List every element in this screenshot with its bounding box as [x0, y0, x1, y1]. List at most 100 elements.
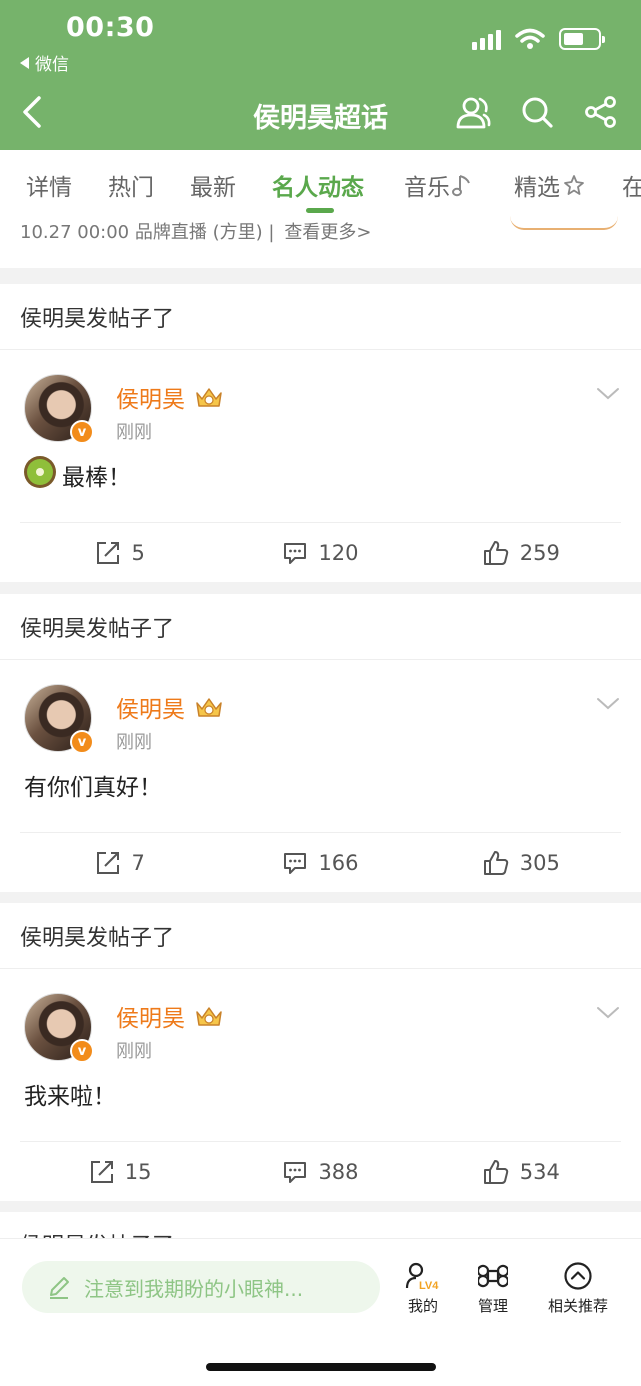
repost-count: 5	[131, 540, 145, 565]
tab-celebrity-updates[interactable]: 名人动态	[272, 168, 364, 202]
active-tab-indicator	[306, 208, 334, 213]
like-button[interactable]: 259	[421, 539, 621, 567]
mine-button[interactable]: LV4 我的	[404, 1261, 442, 1316]
post-time: 刚刚	[116, 732, 152, 753]
like-button[interactable]: 534	[421, 1158, 621, 1186]
chevron-down-icon[interactable]	[595, 690, 621, 716]
share-button[interactable]	[581, 92, 621, 132]
share-icon	[585, 96, 616, 128]
music-note-icon	[452, 175, 470, 197]
status-icons	[472, 28, 605, 50]
live-announcement: 10.27 00:00 品牌直播 (方里) | 查看更多>	[20, 218, 372, 244]
post-text: 我来啦！	[24, 1084, 116, 1110]
author-row: v 侯明昊 刚刚	[0, 660, 641, 754]
avatar[interactable]: v	[24, 374, 94, 444]
related-recommend-button[interactable]: 相关推荐	[548, 1261, 608, 1316]
author-name-link[interactable]: 侯明昊	[116, 999, 225, 1033]
comment-count: 120	[318, 540, 359, 565]
avatar[interactable]: v	[24, 993, 94, 1063]
circle-chevron-up-icon	[564, 1262, 592, 1290]
tab-music[interactable]: 音乐	[404, 168, 472, 202]
mine-label: 我的	[407, 1297, 438, 1315]
chevron-down-icon[interactable]	[595, 999, 621, 1025]
comment-button[interactable]: 388	[220, 1159, 420, 1185]
author-name-link[interactable]: 侯明昊	[116, 690, 225, 724]
manage-button[interactable]: 管理	[478, 1261, 508, 1316]
post-time: 刚刚	[116, 1041, 152, 1062]
tab-more[interactable]: 在	[622, 168, 641, 202]
kiwi-emoji-icon	[24, 456, 56, 488]
members-button[interactable]	[453, 92, 493, 132]
like-button[interactable]: 305	[421, 849, 621, 877]
top-header: 00:30 微信 侯明昊超话	[0, 0, 641, 150]
author-row: v 侯明昊 刚刚	[0, 350, 641, 444]
author-name-link[interactable]: 侯明昊	[116, 380, 225, 414]
signal-icon	[472, 28, 501, 50]
post-text: 有你们真好！	[24, 775, 162, 801]
repost-icon	[97, 541, 120, 564]
like-count: 534	[519, 1159, 560, 1184]
battery-icon	[559, 28, 605, 50]
tab-details[interactable]: 详情	[26, 168, 72, 202]
tab-latest[interactable]: 最新	[190, 168, 236, 202]
post-actions: 7 166 305	[20, 832, 621, 892]
post-actions: 15 388 534	[20, 1141, 621, 1201]
verified-badge-icon: v	[70, 420, 94, 444]
avatar[interactable]: v	[24, 684, 94, 754]
repost-icon	[90, 1160, 113, 1183]
tab-featured[interactable]: 精选	[514, 168, 586, 202]
comment-icon	[284, 1161, 307, 1183]
post-body: 有你们真好！	[0, 754, 641, 832]
verified-badge-icon: v	[70, 1039, 94, 1063]
comment-count: 388	[318, 1159, 359, 1184]
comment-icon	[284, 542, 307, 564]
comment-count: 166	[318, 850, 359, 875]
live-info-text: 10.27 00:00 品牌直播 (方里) |	[20, 222, 275, 243]
repost-button[interactable]: 7	[20, 850, 220, 876]
author-row: v 侯明昊 刚刚	[0, 969, 641, 1063]
command-icon	[478, 1264, 508, 1288]
pencil-icon	[50, 1277, 69, 1299]
comment-button[interactable]: 166	[220, 850, 420, 876]
card-header: 侯明昊发帖子了	[0, 903, 641, 969]
comment-input[interactable]: 注意到我期盼的小眼神...	[22, 1261, 380, 1313]
chevron-down-icon[interactable]	[595, 380, 621, 406]
comment-placeholder: 注意到我期盼的小眼神...	[84, 1276, 304, 1301]
thumbs-up-icon	[483, 850, 509, 875]
verified-badge-icon: v	[70, 730, 94, 754]
members-icon	[456, 97, 491, 129]
view-more-link[interactable]: 查看更多>	[284, 218, 371, 244]
tab-hot[interactable]: 热门	[108, 168, 154, 202]
post-body: 我来啦！	[0, 1063, 641, 1141]
repost-count: 7	[131, 850, 145, 875]
post-body: 最棒！	[0, 444, 641, 522]
status-time: 00:30	[66, 12, 155, 43]
crown-badge-icon	[196, 1007, 222, 1026]
chevron-left-icon	[23, 96, 41, 128]
post-card: 侯明昊发帖子了 v 侯明昊 刚刚 我来啦！ 15 388 534	[0, 903, 641, 1201]
search-icon	[522, 97, 553, 128]
back-triangle-icon	[20, 56, 29, 69]
like-count: 305	[519, 850, 560, 875]
back-to-app-link[interactable]: 微信	[20, 50, 69, 75]
crown-badge-icon	[196, 698, 222, 717]
decorative-arc	[510, 216, 618, 230]
repost-button[interactable]: 5	[20, 540, 220, 566]
back-button[interactable]	[14, 92, 50, 132]
tabs-panel: 详情 热门 最新 名人动态 音乐 精选 在 10.27 00:00 品牌直播 (…	[0, 150, 641, 268]
repost-button[interactable]: 15	[20, 1159, 220, 1185]
home-indicator[interactable]	[206, 1363, 436, 1371]
repost-icon	[97, 851, 120, 874]
comment-icon	[284, 852, 307, 874]
post-time: 刚刚	[116, 422, 152, 443]
thumbs-up-icon	[483, 540, 509, 565]
level-badge: LV4	[419, 1280, 439, 1291]
post-text: 最棒！	[62, 465, 131, 491]
post-card: 侯明昊发帖子了 v 侯明昊 刚刚 最棒！ 5 120 259	[0, 284, 641, 582]
comment-button[interactable]: 120	[220, 540, 420, 566]
search-button[interactable]	[517, 92, 557, 132]
nav-actions	[453, 92, 621, 132]
repost-count: 15	[124, 1159, 152, 1184]
thumbs-up-icon	[483, 1159, 509, 1184]
back-app-label: 微信	[35, 55, 69, 75]
